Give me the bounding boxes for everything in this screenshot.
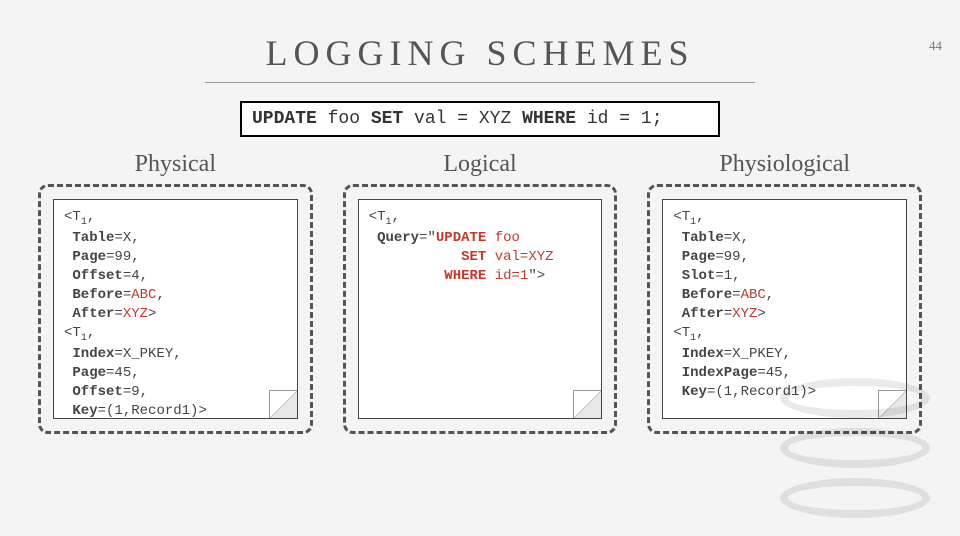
col-physical: Physical <T1, Table=X, Page=99, Offset=4… bbox=[38, 151, 313, 434]
k: Key bbox=[72, 403, 97, 419]
qrest: val=XYZ bbox=[486, 249, 553, 265]
frame-physiological: <T1, Table=X, Page=99, Slot=1, Before=AB… bbox=[647, 184, 922, 434]
v: 99, bbox=[114, 249, 139, 265]
k: Index bbox=[72, 346, 114, 362]
col-title-logical: Logical bbox=[343, 151, 618, 178]
t: > bbox=[148, 306, 156, 322]
frame-logical: <T1, Query="UPDATE foo SET val=XYZ WHERE… bbox=[343, 184, 618, 434]
qkw: UPDATE bbox=[436, 230, 486, 246]
sql-table: foo bbox=[317, 109, 371, 129]
rec-suffix: , bbox=[696, 325, 704, 341]
rec-suffix: , bbox=[87, 325, 95, 341]
t: , bbox=[766, 287, 774, 303]
k: Table bbox=[682, 230, 724, 246]
page-fold-icon bbox=[573, 390, 601, 418]
paper-physical: <T1, Table=X, Page=99, Offset=4, Before=… bbox=[53, 199, 298, 419]
title-underline bbox=[205, 82, 755, 83]
k: Before bbox=[682, 287, 732, 303]
qkw: WHERE bbox=[444, 268, 486, 284]
rec-suffix: , bbox=[696, 209, 704, 225]
k: Offset bbox=[72, 384, 122, 400]
v: 45, bbox=[766, 365, 791, 381]
paper-physiological: <T1, Table=X, Page=99, Slot=1, Before=AB… bbox=[662, 199, 907, 419]
v: XYZ bbox=[123, 306, 148, 322]
qkw: SET bbox=[461, 249, 486, 265]
v: X_PKEY, bbox=[732, 346, 791, 362]
sql-assign: val = XYZ bbox=[403, 109, 522, 129]
record: <T1, Table=X, Page=99, Slot=1, Before=AB… bbox=[673, 208, 896, 324]
rec-prefix: <T bbox=[64, 325, 81, 341]
k: Key bbox=[682, 384, 707, 400]
k: Page bbox=[72, 365, 106, 381]
col-title-physiological: Physiological bbox=[647, 151, 922, 178]
k: After bbox=[72, 306, 114, 322]
rec-prefix: <T bbox=[369, 209, 386, 225]
record: <T1, Table=X, Page=99, Offset=4, Before=… bbox=[64, 208, 287, 324]
columns-row: Physical <T1, Table=X, Page=99, Offset=4… bbox=[0, 151, 960, 434]
v: 9, bbox=[131, 384, 148, 400]
page-number: 44 bbox=[929, 38, 942, 54]
sql-kw-set: SET bbox=[371, 109, 403, 129]
page-fold-icon bbox=[269, 390, 297, 418]
v: 45, bbox=[114, 365, 139, 381]
record: <T1, Index=X_PKEY, Page=45, Offset=9, Ke… bbox=[64, 324, 287, 421]
v: 99, bbox=[724, 249, 749, 265]
v: 4, bbox=[131, 268, 148, 284]
k: Offset bbox=[72, 268, 122, 284]
sql-statement: UPDATE foo SET val = XYZ WHERE id = 1; bbox=[240, 101, 720, 137]
col-logical: Logical <T1, Query="UPDATE foo SET val=X… bbox=[343, 151, 618, 434]
v: (1,Record1)> bbox=[715, 384, 816, 400]
k: After bbox=[682, 306, 724, 322]
rec-suffix: , bbox=[392, 209, 400, 225]
slide-title: LOGGING SCHEMES bbox=[0, 32, 960, 74]
t: > bbox=[757, 306, 765, 322]
k: Query bbox=[377, 230, 419, 246]
v: ABC bbox=[131, 287, 156, 303]
k: Slot bbox=[682, 268, 716, 284]
k: Table bbox=[72, 230, 114, 246]
k: Page bbox=[72, 249, 106, 265]
v: X_PKEY, bbox=[123, 346, 182, 362]
k: Page bbox=[682, 249, 716, 265]
rec-prefix: <T bbox=[64, 209, 81, 225]
sql-kw-update: UPDATE bbox=[252, 109, 317, 129]
v: X, bbox=[732, 230, 749, 246]
v: ABC bbox=[741, 287, 766, 303]
record: <T1, Index=X_PKEY, IndexPage=45, Key=(1,… bbox=[673, 324, 896, 402]
v: (1,Record1)> bbox=[106, 403, 207, 419]
rec-prefix: <T bbox=[673, 209, 690, 225]
v: 1, bbox=[724, 268, 741, 284]
col-title-physical: Physical bbox=[38, 151, 313, 178]
k: Before bbox=[72, 287, 122, 303]
paper-logical: <T1, Query="UPDATE foo SET val=XYZ WHERE… bbox=[358, 199, 603, 419]
t: , bbox=[156, 287, 164, 303]
col-physiological: Physiological <T1, Table=X, Page=99, Slo… bbox=[647, 151, 922, 434]
k: Index bbox=[682, 346, 724, 362]
v: X, bbox=[123, 230, 140, 246]
page-fold-icon bbox=[878, 390, 906, 418]
rec-prefix: <T bbox=[673, 325, 690, 341]
rec-suffix: , bbox=[87, 209, 95, 225]
frame-physical: <T1, Table=X, Page=99, Offset=4, Before=… bbox=[38, 184, 313, 434]
v: XYZ bbox=[732, 306, 757, 322]
qrest: id=1 bbox=[486, 268, 528, 284]
sql-cond: id = 1; bbox=[576, 109, 662, 129]
sql-kw-where: WHERE bbox=[522, 109, 576, 129]
k: IndexPage bbox=[682, 365, 758, 381]
qrest: foo bbox=[486, 230, 520, 246]
